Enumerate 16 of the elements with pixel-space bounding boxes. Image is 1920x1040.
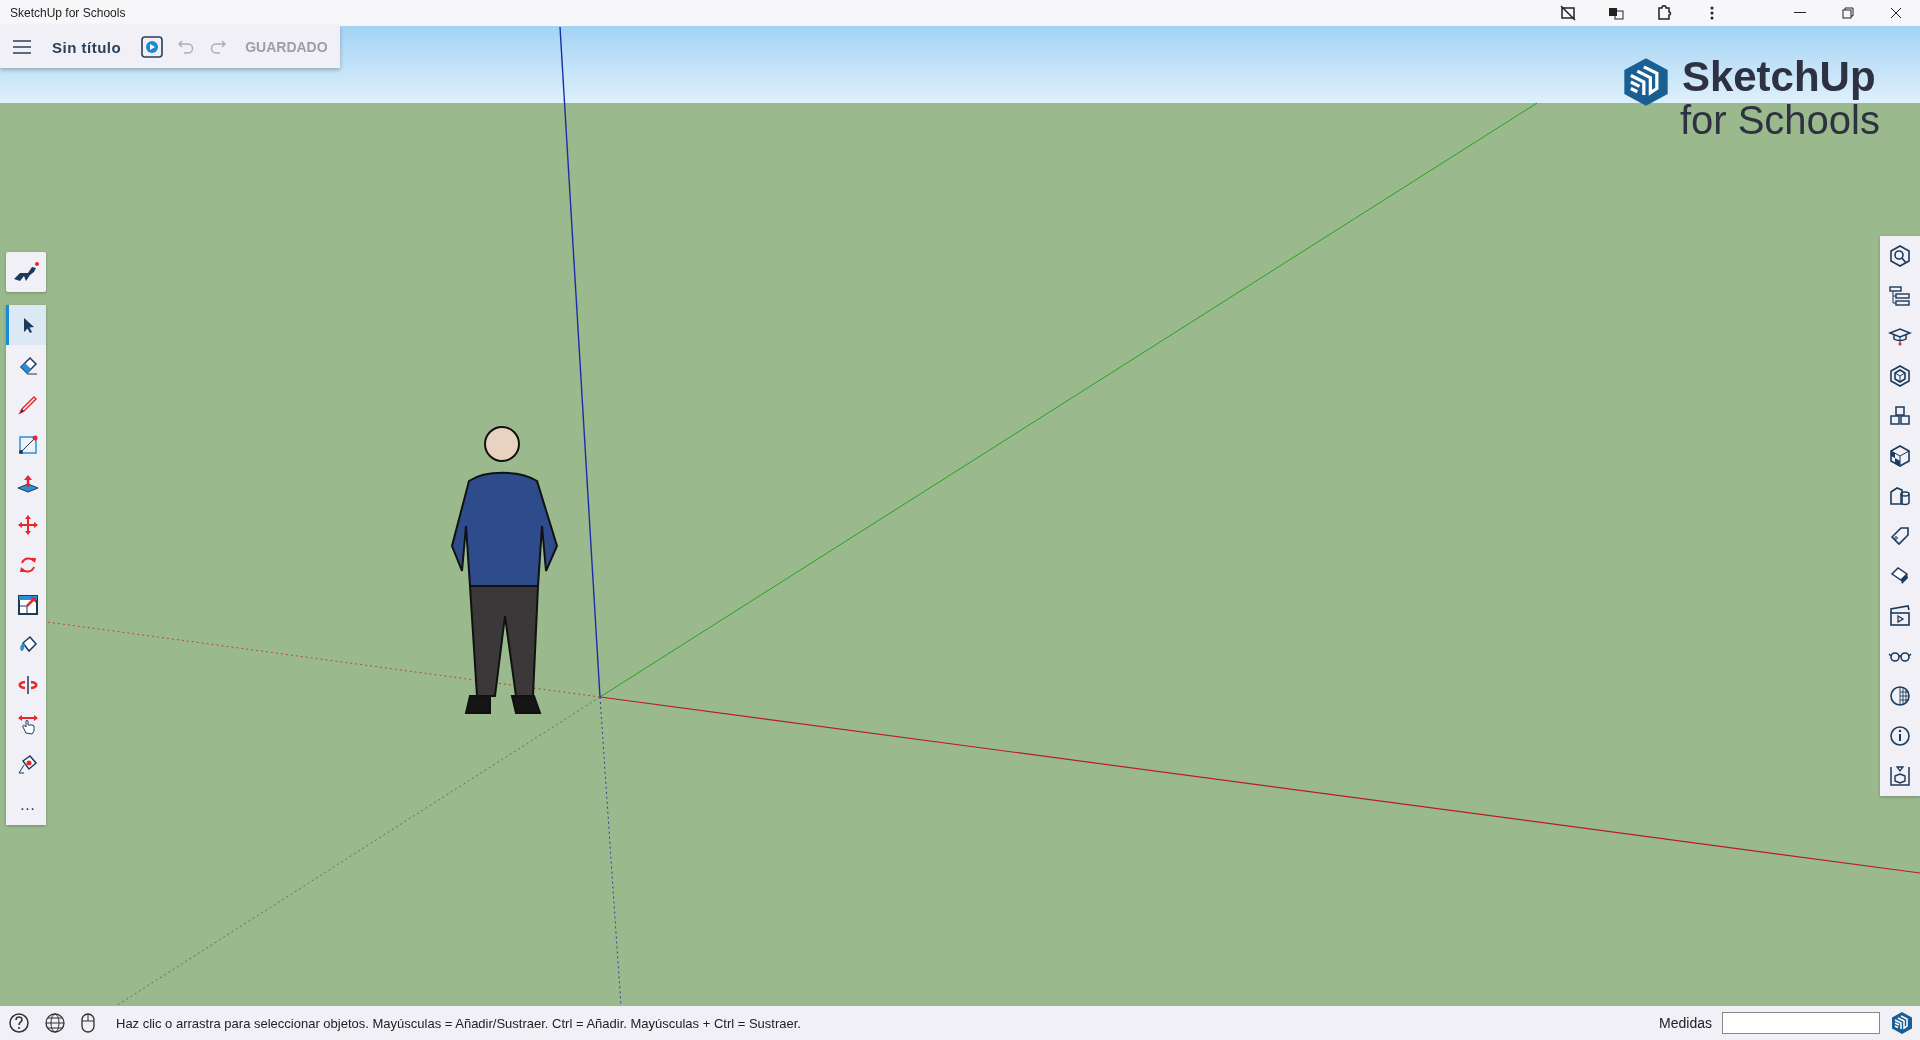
measurements-field[interactable] (1722, 1012, 1880, 1034)
document-title: Sin título (52, 38, 122, 56)
more-tools-button[interactable]: … (6, 785, 46, 825)
menu-icon[interactable] (10, 38, 34, 56)
logo-subtitle: for Schools (1679, 100, 1880, 140)
globe-icon[interactable] (42, 1010, 68, 1036)
play-icon[interactable] (139, 34, 166, 60)
window-title: SketchUp for Schools (10, 6, 127, 20)
status-hint: Haz clic o arrastra para seleccionar objetos. Mayúsculas = Añadir/Sustraer. Ctrl = Añadir. Mayúsculas + Ctrl = Sustraer. (116, 1015, 802, 1031)
save-status: GUARDADO (245, 39, 328, 55)
measurements-label: Medidas (1659, 1015, 1712, 1031)
arrow-cursor-icon[interactable] (6, 305, 46, 345)
mouse-icon[interactable] (78, 1010, 98, 1036)
help-icon[interactable] (6, 1010, 32, 1036)
sketchup-logo-icon (1890, 1011, 1914, 1035)
logo-title: SketchUp (1681, 56, 1877, 98)
